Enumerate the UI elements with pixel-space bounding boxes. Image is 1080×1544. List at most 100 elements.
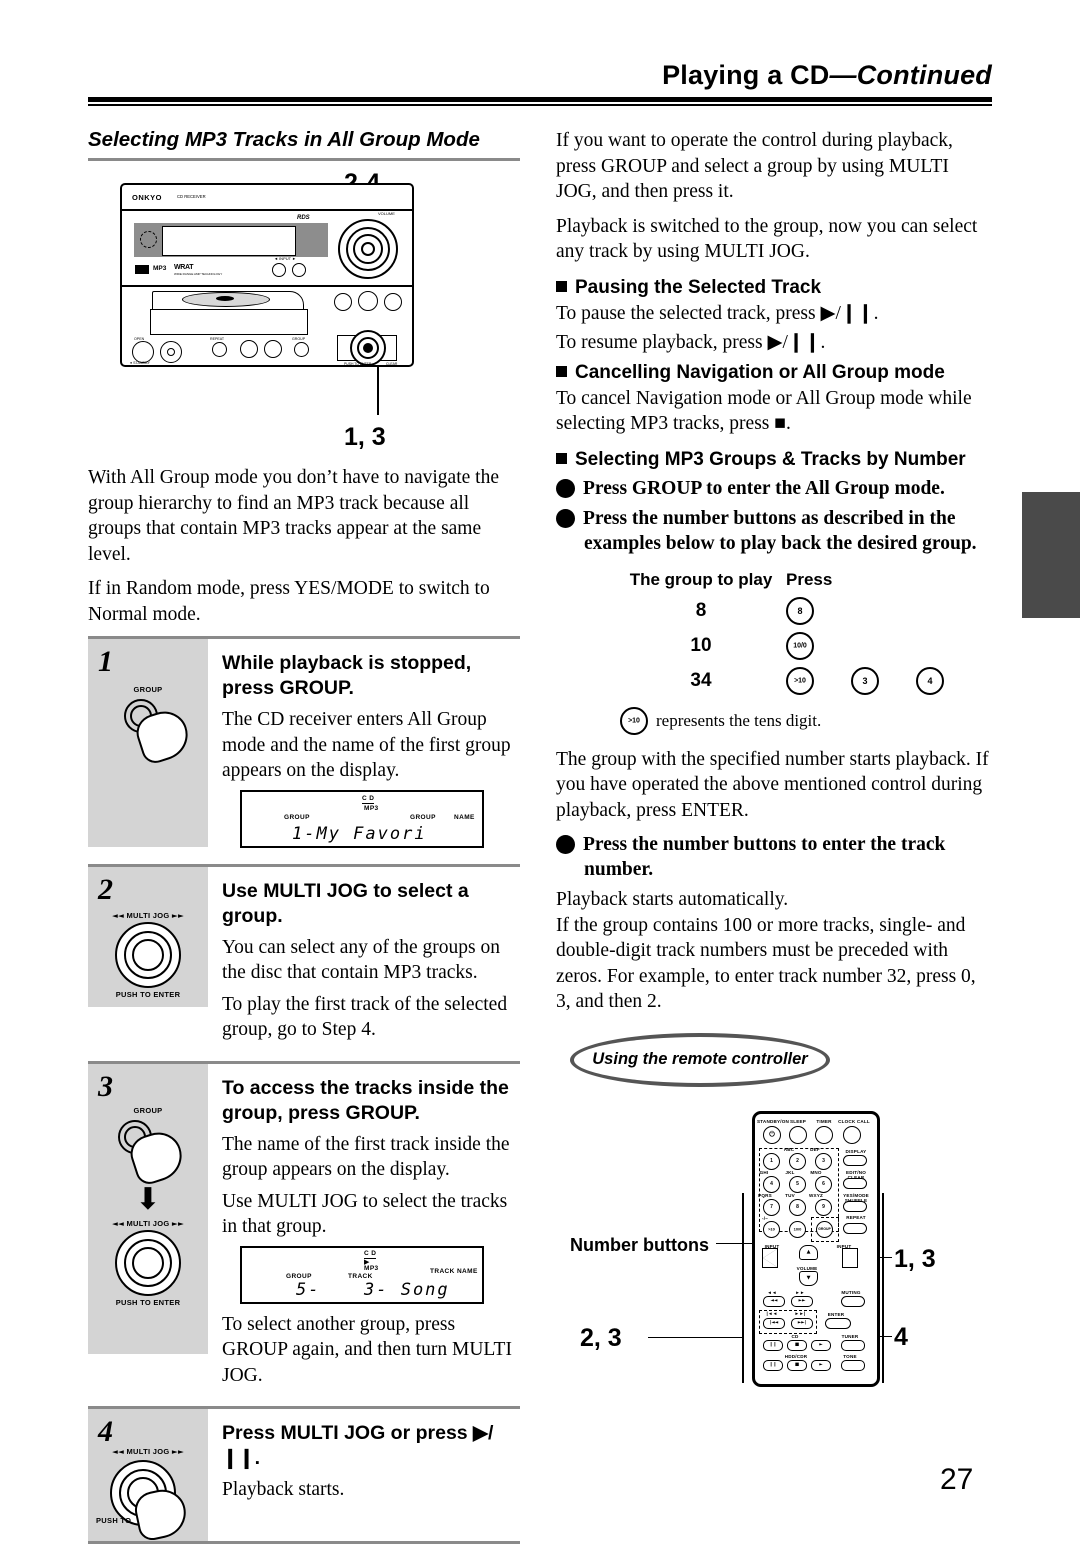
remote-key-3-alpha: DEF — [810, 1146, 820, 1152]
step-3-paragraph-1: The name of the first track inside the g… — [222, 1133, 510, 1181]
remote-sleep-button[interactable] — [789, 1125, 807, 1144]
multi-jog-dial-icon-2[interactable] — [115, 1229, 181, 1296]
remote-down-button[interactable]: ▼ — [799, 1270, 818, 1286]
repeat-button[interactable] — [212, 342, 227, 357]
remote-key-9[interactable]: 9 — [815, 1198, 832, 1216]
step-3-art-panel: 3 GROUP ⬇ ◄◄ MULTI JOG ►► PUSH TO ENTER — [88, 1063, 208, 1354]
header-rule-thin — [88, 104, 992, 106]
input-up-knob[interactable] — [292, 263, 306, 277]
keycap-8[interactable]: 8 — [786, 596, 814, 625]
lcd2-group-text: 5- — [296, 1279, 321, 1300]
remote-key-1[interactable]: 1 — [763, 1152, 780, 1170]
remote-enter-button[interactable] — [825, 1317, 851, 1329]
pausing-heading-text: Pausing the Selected Track — [575, 276, 822, 298]
remote-prev-button[interactable]: |◄◄ — [763, 1317, 785, 1329]
step-row-1: 1 GROUP While playback is stopped, press… — [88, 639, 520, 867]
step-1-number: 1 — [98, 645, 113, 678]
multi-jog-dial-icon[interactable] — [115, 921, 181, 988]
remote-yes-mode-button[interactable] — [843, 1200, 867, 1212]
compact-disc-logo — [135, 265, 149, 274]
keycap-3[interactable]: 3 — [851, 666, 879, 695]
keycap-gt10[interactable]: >10 — [786, 666, 814, 695]
remote-ff-label: ►► — [795, 1289, 805, 1295]
remote-enter-label: ENTER — [827, 1311, 845, 1317]
remote-next-button[interactable]: ►►| — [791, 1317, 813, 1329]
step-1-paragraph: The CD receiver enters All Group mode an… — [222, 709, 511, 781]
steps-table: 1 GROUP While playback is stopped, press… — [88, 636, 520, 1544]
remote-hdd-play-button[interactable]: ► — [811, 1359, 831, 1371]
receiver-group-button[interactable] — [294, 342, 309, 357]
remote-clock-call-button[interactable] — [843, 1125, 861, 1144]
example-col1-header: The group to play — [629, 569, 773, 589]
remote-key-4[interactable]: 4 — [763, 1175, 780, 1193]
cancelling-heading-text: Cancelling Navigation or All Group mode — [575, 361, 945, 383]
example-row3-group: 34 — [690, 669, 712, 691]
lcd1-text: 1-My Favori — [292, 823, 427, 844]
aux-button-2[interactable] — [358, 291, 378, 311]
remote-key-2-alpha: ABC — [783, 1146, 795, 1152]
remote-up-button[interactable]: ▲ — [799, 1244, 818, 1260]
device-subtitle: CD RECEIVER — [177, 194, 206, 199]
remote-cd-pause-button[interactable]: ❙❙ — [763, 1339, 783, 1351]
group-number-example-table: The group to play Press 8 8 10 10/0 34 >… — [616, 570, 992, 695]
remote-key-8[interactable]: 8 — [789, 1198, 806, 1216]
input-down-knob[interactable] — [272, 263, 286, 277]
remote-ff-button[interactable]: ►► — [791, 1295, 813, 1307]
remote-display-button[interactable] — [843, 1154, 867, 1166]
phones-jack[interactable] — [160, 341, 182, 363]
open-close-button[interactable] — [132, 341, 154, 363]
keycap-10-0[interactable]: 10/0 — [786, 631, 814, 660]
remote-tuner-button[interactable] — [841, 1339, 865, 1351]
remote-key-9-alpha: WXYZ — [808, 1192, 824, 1198]
aux-button-3[interactable] — [384, 293, 402, 311]
step-3-trailing-paragraph: To select another group, press GROUP aga… — [222, 1313, 512, 1386]
input-label: ◄ INPUT ► — [274, 256, 297, 261]
remote-key-group[interactable]: GROUP — [816, 1220, 833, 1238]
example-table-header: The group to play Press — [616, 570, 992, 590]
volume-knob[interactable] — [338, 219, 398, 279]
header-rule-thick — [88, 97, 992, 102]
clear-label: CLEAR — [386, 362, 398, 366]
keycap-4[interactable]: 4 — [916, 666, 944, 695]
right-column: If you want to operate the control durin… — [548, 128, 992, 1423]
remote-rew-button[interactable]: ◄◄ — [763, 1295, 785, 1307]
step-3-art-label-bottom: PUSH TO ENTER — [115, 1297, 181, 1307]
example-row1-keys: 8 — [786, 596, 814, 625]
remote-key-10-0[interactable]: 10/0 — [789, 1220, 806, 1238]
remote-muting-button[interactable] — [841, 1295, 865, 1307]
remote-key-gt10[interactable]: >10 — [763, 1220, 780, 1238]
remote-cd-play-button[interactable]: ► — [811, 1339, 831, 1351]
remote-tuner-label: TUNER — [841, 1333, 859, 1339]
remote-repeat-button[interactable] — [843, 1222, 867, 1234]
remote-standby-button[interactable]: ⏻ — [763, 1125, 781, 1144]
step-2-art-label-bottom: PUSH TO ENTER — [115, 989, 181, 999]
remote-key-2[interactable]: 2 — [789, 1152, 806, 1170]
remote-timer-button[interactable] — [815, 1125, 833, 1144]
example-row1-group: 8 — [695, 599, 707, 621]
cancelling-section-heading: Cancelling Navigation or All Group mode — [556, 362, 992, 384]
next-button[interactable] — [264, 340, 282, 358]
remote-key-5[interactable]: 5 — [789, 1175, 806, 1193]
remote-left-arrow-button[interactable] — [762, 1247, 778, 1268]
remote-hdd-stop-button[interactable]: ■ — [787, 1359, 807, 1371]
remote-edit-no-button[interactable] — [843, 1177, 867, 1189]
example-note-text: represents the tens digit. — [656, 710, 822, 730]
wrat-sub: WIDE RANGE AMP TECHNOLOGY — [174, 272, 223, 276]
manual-page: Playing a CD—Continued Selecting MP3 Tra… — [0, 0, 1080, 1544]
step-2-art-label-top: ◄◄ MULTI JOG ►► — [111, 910, 185, 920]
remote-key-6[interactable]: 6 — [815, 1175, 832, 1193]
remote-next-label: ►►| — [794, 1310, 806, 1316]
example-col2-header: Press — [786, 569, 833, 589]
volume-label: VOLUME — [378, 211, 395, 216]
step-row-3: 3 GROUP ⬇ ◄◄ MULTI JOG ►► PUSH TO ENTER — [88, 1063, 520, 1409]
remote-key-7[interactable]: 7 — [763, 1198, 780, 1216]
aux-button-1[interactable] — [334, 293, 352, 311]
prev-button[interactable] — [240, 340, 258, 358]
remote-right-arrow-button[interactable] — [842, 1247, 858, 1268]
remote-cd-stop-button[interactable]: ■ — [787, 1339, 807, 1351]
remote-tone-button[interactable] — [841, 1359, 865, 1371]
remote-hdd-pause-button[interactable]: ❙❙ — [763, 1359, 783, 1371]
receiver-multi-jog[interactable] — [350, 330, 386, 366]
callout-vert-rule-left — [742, 1192, 744, 1383]
remote-key-3[interactable]: 3 — [815, 1152, 832, 1170]
